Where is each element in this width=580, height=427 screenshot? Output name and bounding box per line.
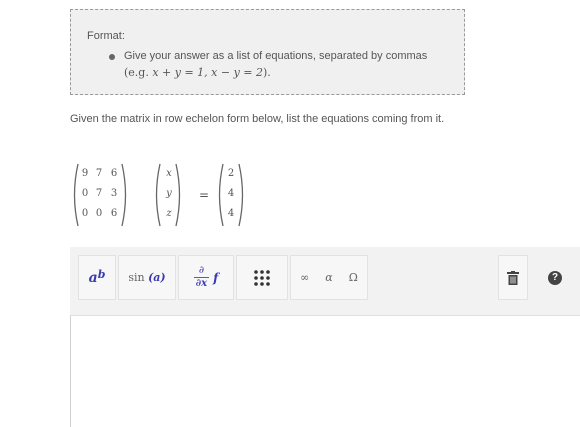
matrix-cell: 3 [110,188,118,199]
help-button[interactable]: ? [540,255,570,300]
format-example: (e.g. x + y = 1, x − y = 2). [124,66,271,79]
matrix-button[interactable] [236,255,288,300]
equals-sign: = [199,188,210,202]
constant-cell: 4 [227,208,235,219]
format-bullet-text: Give your answer as a list of equations,… [124,50,428,62]
constant-cell: 2 [227,168,235,179]
superscript-button[interactable]: ab [78,255,116,300]
example-prefix: (e.g. [124,66,153,79]
delete-button[interactable] [498,255,528,300]
math-toolbar: ab sin (a) ∂ ∂x f ∞ α Ω ? [70,247,580,315]
superscript-exp: b [97,268,106,281]
example-math: x + y = 1, x − y = 2 [152,66,264,79]
trash-icon [507,270,519,285]
matrix-cell: 7 [95,168,103,179]
matrix-cell: 6 [110,208,118,219]
example-suffix: ). [263,66,271,79]
sin-arg: (a) [148,271,166,284]
format-heading: Format: [87,30,125,42]
matrix-cell: 0 [81,188,89,199]
matrix-cell: 7 [95,188,103,199]
derivative-numerator: ∂ [198,265,204,276]
answer-editor[interactable] [70,315,580,427]
symbols-button[interactable]: ∞ α Ω [290,255,368,300]
infinity-symbol: ∞ [300,271,310,284]
right-paren-icon [238,163,244,227]
help-icon: ? [548,270,562,285]
derivative-f: f [213,270,219,285]
matrix-cell: 9 [81,168,89,179]
sin-label: sin [128,271,145,284]
left-paren-icon [155,163,161,227]
derivative-fraction: ∂ ∂x [193,265,210,290]
sin-button[interactable]: sin (a) [118,255,176,300]
bullet-icon [109,54,115,60]
derivative-denominator: ∂x [193,277,210,289]
matrix-cell: 0 [81,208,89,219]
format-instructions-box: Format: Give your answer as a list of eq… [70,9,465,95]
superscript-base: a [88,269,98,286]
matrix-grid-icon [254,269,270,286]
constant-cell: 4 [227,188,235,199]
omega-symbol: Ω [348,271,358,284]
question-text: Given the matrix in row echelon form bel… [70,113,445,125]
partial-derivative-button[interactable]: ∂ ∂x f [178,255,234,300]
left-paren-icon [218,163,224,227]
right-paren-icon [175,163,181,227]
matrix-cell: 6 [110,168,118,179]
alpha-symbol: α [325,271,333,284]
matrix-cell: 0 [95,208,103,219]
right-paren-icon [121,163,127,227]
